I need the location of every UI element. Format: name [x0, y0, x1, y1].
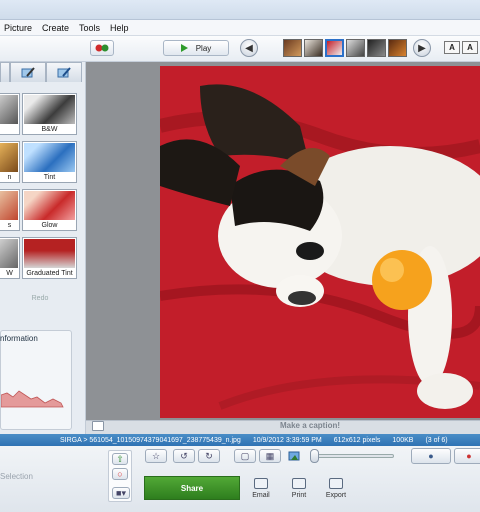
zoom-slider-thumb[interactable]	[310, 449, 319, 463]
zoom-slider-track[interactable]	[312, 454, 394, 458]
person-icon: ●	[428, 451, 434, 461]
redo-button[interactable]: Redo	[0, 290, 80, 306]
information-title: nformation	[0, 334, 38, 343]
brush-icon	[21, 66, 35, 77]
export-label: Export	[325, 492, 347, 499]
filmstrip-thumb-5[interactable]	[367, 39, 386, 57]
red-circle-icon: ○	[117, 469, 123, 479]
filmstrip-thumb-2[interactable]	[304, 39, 323, 57]
email-label: Email	[252, 492, 270, 499]
caption-input[interactable]: Make a caption!	[200, 421, 420, 430]
print-label: Print	[291, 492, 307, 499]
status-size: 100KB	[392, 436, 414, 444]
print-button[interactable]: Print	[284, 478, 314, 499]
rotate-left-button[interactable]: ↺	[173, 449, 195, 463]
remove-from-selection-button[interactable]: ○	[112, 468, 128, 480]
effect-tile-glow[interactable]: Glow	[22, 189, 77, 231]
play-label: Play	[195, 43, 212, 53]
menu-tools[interactable]: Tools	[79, 23, 100, 33]
next-photo-button[interactable]: ▶	[413, 39, 431, 57]
photo-dog-on-red-blanket[interactable]	[160, 66, 480, 418]
status-bar: SIRGA > 561054_10150974379041697_2387754…	[0, 434, 480, 446]
status-dimensions: 612x612 pixels	[333, 436, 381, 444]
people-tag-button[interactable]: ●	[411, 448, 451, 464]
add-to-selection-button[interactable]: ⇧	[112, 453, 128, 465]
tab-effects[interactable]	[10, 62, 46, 82]
wand-icon	[57, 66, 71, 77]
effect-tile-tint[interactable]: Tint	[22, 141, 77, 183]
filmstrip-thumb-4[interactable]	[346, 39, 365, 57]
effect-tile-graduated-tint[interactable]: Graduated Tint	[22, 237, 77, 279]
export-icon	[329, 478, 343, 489]
selection-label: Selection	[0, 472, 33, 481]
play-button[interactable]: Play	[163, 40, 229, 56]
effect-tile-partial[interactable]: n	[0, 141, 20, 183]
email-icon	[254, 478, 268, 489]
filmstrip-thumb-1[interactable]	[283, 39, 302, 57]
menu-bar: Picture Create Tools Help	[0, 20, 480, 36]
caption-toggle-icon[interactable]	[92, 421, 104, 431]
menu-create[interactable]: Create	[42, 23, 69, 33]
rate-button[interactable]: ☆	[145, 449, 167, 463]
selection-tools: ⇧ ○ ■▾	[108, 450, 132, 502]
play-icon	[180, 44, 188, 52]
actual-size-icon: ▢	[240, 450, 250, 461]
geotag-button[interactable]: ●	[454, 448, 480, 464]
status-path: SIRGA > 561054_10150974379041697_2387754…	[60, 436, 241, 444]
effect-tile-partial[interactable]: W	[0, 237, 20, 279]
font-size-large-button[interactable]: A	[462, 41, 478, 54]
fit-to-window-button[interactable]: ▦	[259, 449, 281, 463]
email-button[interactable]: Email	[246, 478, 276, 499]
edit-tabs	[0, 62, 86, 82]
histogram	[1, 390, 64, 408]
selection-icon: ■▾	[116, 487, 126, 498]
font-size-small-button[interactable]: A	[444, 41, 460, 54]
window-titlebar	[0, 0, 480, 20]
information-panel	[0, 330, 72, 430]
print-icon	[292, 478, 306, 489]
tab-auto-fix[interactable]	[0, 62, 10, 82]
selection-dropdown-button[interactable]: ■▾	[112, 487, 130, 499]
left-arrow-icon: ◀	[245, 42, 253, 54]
rotate-left-icon: ↺	[180, 450, 188, 461]
right-arrow-icon: ▶	[418, 42, 426, 54]
effect-tile-bw[interactable]: B&W	[22, 93, 77, 135]
status-datetime: 10/9/2012 3:39:59 PM	[252, 436, 322, 444]
rotate-right-button[interactable]: ↻	[198, 449, 220, 463]
export-button[interactable]: Export	[321, 478, 351, 499]
fix-red-eye-button[interactable]	[90, 40, 114, 56]
filmstrip-thumb-6[interactable]	[388, 39, 407, 57]
actual-size-button[interactable]: ▢	[234, 449, 256, 463]
menu-picture[interactable]: Picture	[4, 23, 32, 33]
green-arrow-icon: ⇧	[116, 453, 124, 464]
tab-adjust[interactable]	[46, 62, 82, 82]
effect-tile-partial[interactable]	[0, 93, 20, 135]
filmstrip-thumb-3-selected[interactable]	[325, 39, 344, 57]
red-eye-icon	[95, 44, 109, 52]
previous-photo-button[interactable]: ◀	[240, 39, 258, 57]
rotate-right-icon: ↻	[205, 450, 213, 461]
menu-help[interactable]: Help	[110, 23, 129, 33]
effect-tile-partial[interactable]: s	[0, 189, 20, 231]
map-pin-icon: ●	[466, 451, 472, 461]
share-button[interactable]: Share	[144, 476, 240, 500]
status-position: (3 of 6)	[425, 436, 448, 444]
fit-window-icon: ▦	[265, 450, 275, 461]
star-icon: ☆	[151, 450, 161, 461]
zoom-icon	[288, 449, 304, 463]
